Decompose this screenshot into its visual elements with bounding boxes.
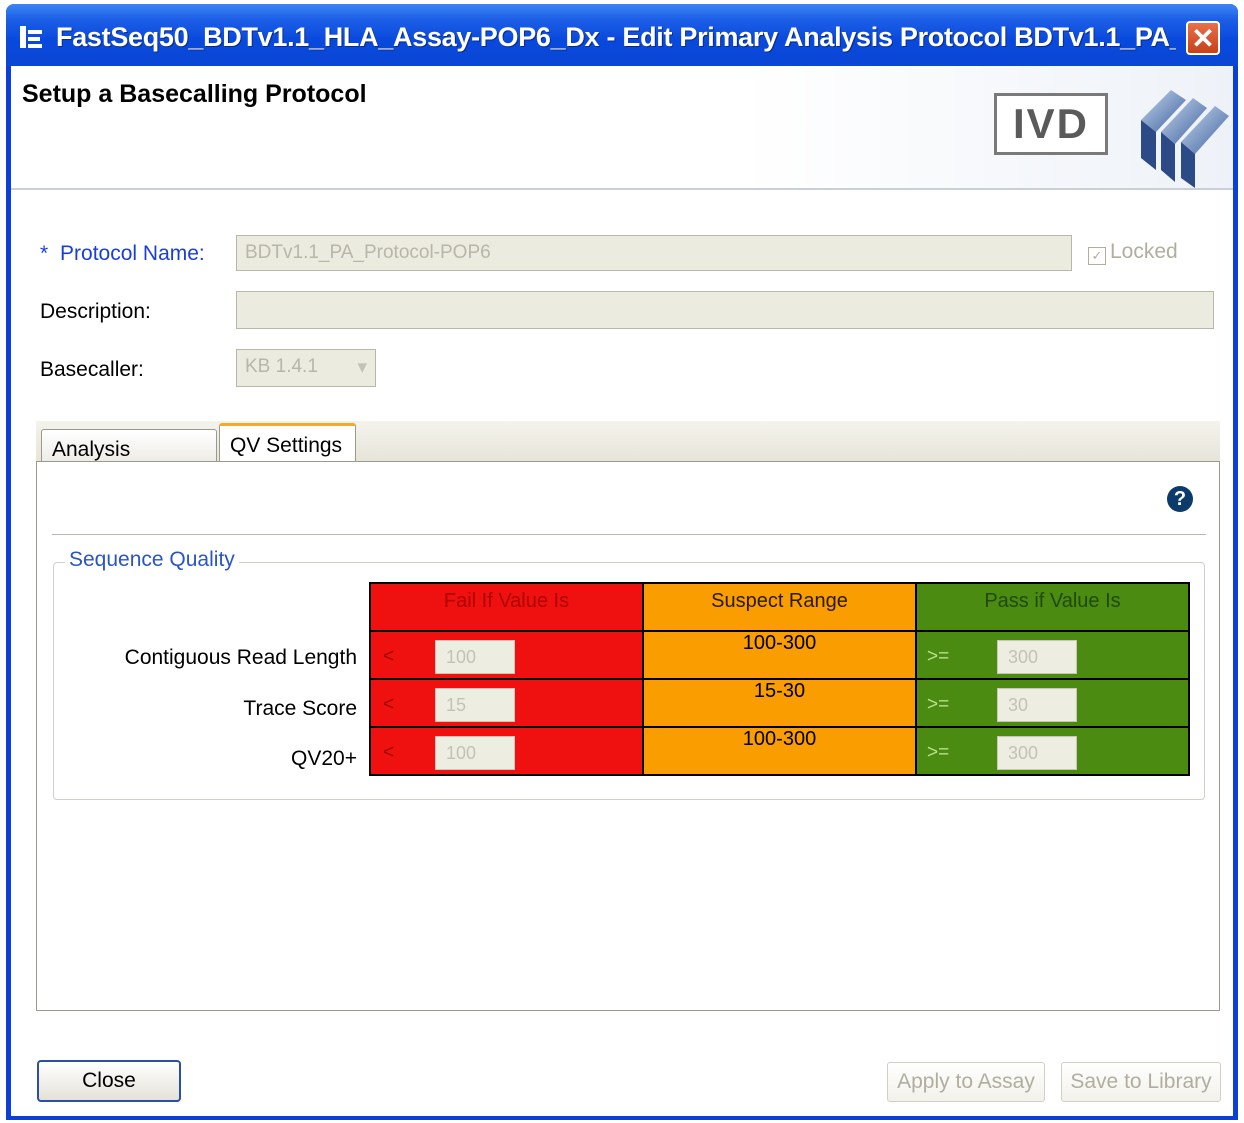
header-pass: Pass if Value Is: [915, 582, 1190, 632]
locked-label: Locked: [1110, 240, 1178, 263]
row-label-contiguous-read-length: Contiguous Read Length: [124, 646, 357, 669]
fail-threshold-input[interactable]: 100: [435, 640, 515, 674]
pass-cell: >= 300: [915, 726, 1190, 776]
pass-operator: >=: [927, 694, 950, 715]
fail-threshold-input[interactable]: 15: [435, 688, 515, 722]
suspect-range: 15-30: [642, 678, 917, 728]
required-marker: *: [40, 242, 49, 265]
header-fail: Fail If Value Is: [369, 582, 644, 632]
pass-operator: >=: [927, 646, 950, 667]
suspect-range: 100-300: [642, 726, 917, 776]
ivd-logo: [1141, 90, 1229, 188]
pass-cell: >= 300: [915, 630, 1190, 680]
table-row: < 15 15-30 >= 30: [369, 678, 1190, 728]
fail-threshold-input[interactable]: 100: [435, 736, 515, 770]
window-title: FastSeq50_BDTv1.1_HLA_Assay-POP6_Dx - Ed…: [56, 22, 1176, 52]
basecaller-label: Basecaller:: [40, 358, 144, 381]
fail-cell: < 100: [369, 630, 644, 680]
fail-operator: <: [383, 646, 395, 667]
protocol-name-label-text: Protocol Name:: [60, 242, 205, 265]
ivd-badge: IVD: [994, 93, 1108, 155]
row-label-trace-score: Trace Score: [243, 697, 357, 720]
fail-operator: <: [383, 742, 395, 763]
locked-checkbox[interactable]: ✓ Locked: [1088, 240, 1178, 265]
pass-threshold-input[interactable]: 300: [997, 640, 1077, 674]
tab-qv-settings[interactable]: QV Settings: [219, 423, 356, 463]
chevron-down-icon: ▾: [357, 357, 367, 378]
table-header-row: Fail If Value Is Suspect Range Pass if V…: [369, 582, 1190, 632]
table-row: < 100 100-300 >= 300: [369, 726, 1190, 776]
title-bar[interactable]: FastSeq50_BDTv1.1_HLA_Assay-POP6_Dx - Ed…: [6, 4, 1238, 66]
app-icon: [20, 26, 42, 48]
fail-cell: < 15: [369, 678, 644, 728]
dialog-window: FastSeq50_BDTv1.1_HLA_Assay-POP6_Dx - Ed…: [6, 4, 1238, 1120]
row-label-qv20: QV20+: [291, 747, 357, 770]
pass-threshold-input[interactable]: 300: [997, 736, 1077, 770]
apply-to-assay-button[interactable]: Apply to Assay: [887, 1062, 1045, 1102]
pass-cell: >= 30: [915, 678, 1190, 728]
close-icon[interactable]: ✕: [1186, 21, 1220, 55]
fail-operator: <: [383, 694, 395, 715]
qv-settings-panel: ? Sequence Quality Contiguous Read Lengt…: [36, 461, 1220, 1011]
save-to-library-button[interactable]: Save to Library: [1061, 1062, 1221, 1102]
table-row: < 100 100-300 >= 300: [369, 630, 1190, 680]
divider: [52, 534, 1206, 535]
header-suspect: Suspect Range: [642, 582, 917, 632]
tab-bar: Analysis Settings QV Settings: [36, 421, 1220, 485]
description-field[interactable]: [236, 291, 1214, 329]
page-title: Setup a Basecalling Protocol: [22, 80, 367, 108]
tab-analysis-settings[interactable]: Analysis Settings: [41, 429, 217, 485]
close-button[interactable]: Close: [37, 1060, 181, 1102]
pass-operator: >=: [927, 742, 950, 763]
protocol-name-field[interactable]: BDTv1.1_PA_Protocol-POP6: [236, 235, 1072, 271]
fail-cell: < 100: [369, 726, 644, 776]
help-icon[interactable]: ?: [1167, 486, 1193, 512]
qv-table: Fail If Value Is Suspect Range Pass if V…: [369, 582, 1190, 776]
dialog-body: Setup a Basecalling Protocol IVD * Proto…: [11, 66, 1233, 1116]
suspect-range: 100-300: [642, 630, 917, 680]
basecaller-select[interactable]: KB 1.4.1 ▾: [236, 349, 376, 387]
header-banner: Setup a Basecalling Protocol IVD: [11, 66, 1233, 190]
pass-threshold-input[interactable]: 30: [997, 688, 1077, 722]
sequence-quality-title: Sequence Quality: [65, 548, 239, 572]
checkbox-icon: ✓: [1088, 247, 1106, 265]
basecaller-value: KB 1.4.1: [245, 356, 318, 377]
protocol-name-label: * Protocol Name:: [40, 242, 205, 266]
description-label: Description:: [40, 300, 151, 323]
